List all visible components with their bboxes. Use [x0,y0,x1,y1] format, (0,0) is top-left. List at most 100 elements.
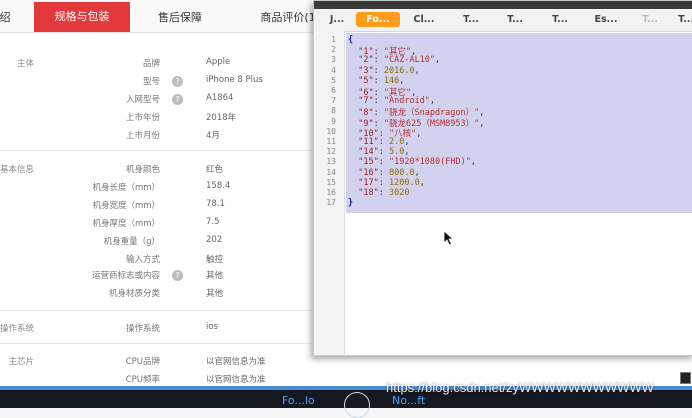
line-number: 15 [326,177,336,187]
line-number: 7 [331,96,336,106]
spec-value: 158.4 [206,181,231,191]
line-number-gutter: 1 2 3 4 5 6 7 8 9 10 11 12 13 14 15 16 17 [314,31,345,355]
spec-label: 机身厚度（mm） [92,219,160,229]
spec-value: ios [206,322,218,332]
json-value: "CAZ-AL10" [383,55,436,66]
toolbar-button[interactable]: Cl... [408,12,440,27]
spec-value: 其他 [206,271,224,281]
json-value: "1920*1080(FHD)" [388,157,471,168]
spec-label: 上市年份 [125,113,160,123]
line-number: 14 [326,167,336,177]
spec-label: 机身材质分类 [108,289,160,299]
json-editor-window: J...Fo...Cl...T...T...T...Es...T...T... … [313,0,692,356]
json-value: 3020 [388,188,410,198]
line-number: 11 [326,137,336,146]
json-close-brace: } [348,198,354,209]
spec-value: 7.5 [206,217,220,227]
json-value: 146 [383,75,400,86]
json-entry-line: "11": 2.0, [358,137,410,147]
line-number: 5 [331,75,336,85]
json-entry-line: "3": 2016.0, [358,65,420,76]
toolbar-button[interactable]: T... [501,12,529,27]
spec-label: CPU频率 [125,375,160,385]
json-key: "7" [358,96,374,107]
toolbar-button[interactable]: T... [546,12,574,27]
json-entry-line: "7": "Android", [358,96,436,107]
editor-toolbar: J... Fo... Cl... T... T... T... Es... T... T... [314,9,692,32]
json-value: 2016.0 [383,65,415,76]
tab-intro[interactable]: 绍 [0,4,20,32]
line-number: 13 [326,157,336,167]
spec-value: 4月 [206,131,220,141]
json-entry-line: "16": 800.0, [358,167,420,178]
spec-value: A1864 [206,93,234,103]
json-entry-line: "15": "1920*1080(FHD)", [358,157,476,168]
json-value: 5.0 [388,147,405,158]
spec-value: 以官网信息为准 [206,357,266,367]
spec-label: 输入方式 [125,255,160,265]
json-entry-line: "17": 1200.0, [358,177,425,188]
toolbar-button[interactable]: J... [324,12,350,27]
editor-body[interactable]: 1 2 3 4 5 6 7 8 9 10 11 12 13 14 15 16 17 { "1": "其它", "… [314,31,692,355]
help-question-icon[interactable]: ? [172,76,183,87]
json-value: 800.0 [388,167,415,178]
line-number: 3 [331,55,336,65]
json-entry-line: "2": "CAZ-AL10", [358,55,441,66]
json-value: 1200.0 [388,177,420,188]
spec-label: CPU品牌 [125,357,160,367]
spec-label: 机身重量（g） [103,237,160,247]
editor-title-strip [314,1,692,9]
toolbar-button[interactable]: T... [676,12,692,27]
line-number: 2 [331,45,336,55]
line-number: 17 [326,198,336,208]
spec-value: iPhone 8 Plus [206,75,263,85]
tab-after-sales[interactable]: 售后保障 [140,4,220,32]
spec-section-title: 操作系统 [0,324,34,334]
json-key: "11" [358,137,379,147]
json-key: "17" [358,177,379,188]
json-key: "2" [358,55,374,66]
help-question-icon[interactable]: ? [172,94,183,105]
json-entry-line: "5": 146, [358,75,405,86]
help-question-icon[interactable]: ? [172,270,183,281]
pause-circle-icon[interactable] [344,392,370,418]
spec-value: 78.1 [206,199,225,209]
bottom-bar-right-text[interactable]: No...ft [392,394,425,407]
spec-label: 机身宽度（mm） [92,201,160,211]
watermark-url: https://blog.csdn.net/zyWWWWWWWWWWW [386,380,654,395]
spec-section-title: 基本信息 [0,165,34,175]
spec-section-title: 主体 [16,59,34,69]
json-value: "Android" [383,96,430,107]
window-corner-icon[interactable] [680,372,691,384]
spec-value: 红色 [206,165,224,175]
spec-label: 入网型号 [125,95,160,105]
json-key: "18" [358,188,379,198]
spec-value: 202 [206,235,223,245]
line-number: 12 [326,147,336,157]
toolbar-button[interactable]: Es... [590,12,622,27]
json-key: "3" [358,65,374,76]
spec-label: 机身长度（mm） [92,183,160,193]
spec-value: Apple [206,57,231,67]
spec-label: 上市月份 [125,131,160,141]
tab-specs-packaging[interactable]: 规格与包装 [34,2,130,32]
line-number: 8 [331,106,336,116]
spec-value: 以官网信息为准 [206,375,266,385]
toolbar-button[interactable]: T... [457,12,485,27]
spec-label: 品牌 [142,59,160,69]
spec-value: 其他 [206,289,224,299]
json-entry-line: "14": 5.0, [358,147,410,158]
spec-section-title: 主芯片 [8,357,34,367]
line-number: 9 [331,116,336,126]
spec-value: 2018年 [206,113,237,123]
mouse-cursor-icon [443,230,455,246]
json-open-brace: { [348,35,354,45]
json-key: "5" [358,75,374,86]
spec-label: 运营商标志或内容 [91,271,160,281]
toolbar-button: T... [642,14,658,25]
bottom-bar-left-text[interactable]: Fo...lo [282,394,315,407]
line-number: 16 [326,188,336,197]
json-value: 2.0 [388,137,405,147]
line-number: 6 [331,86,336,95]
toolbar-button[interactable]: Fo... [356,12,400,27]
